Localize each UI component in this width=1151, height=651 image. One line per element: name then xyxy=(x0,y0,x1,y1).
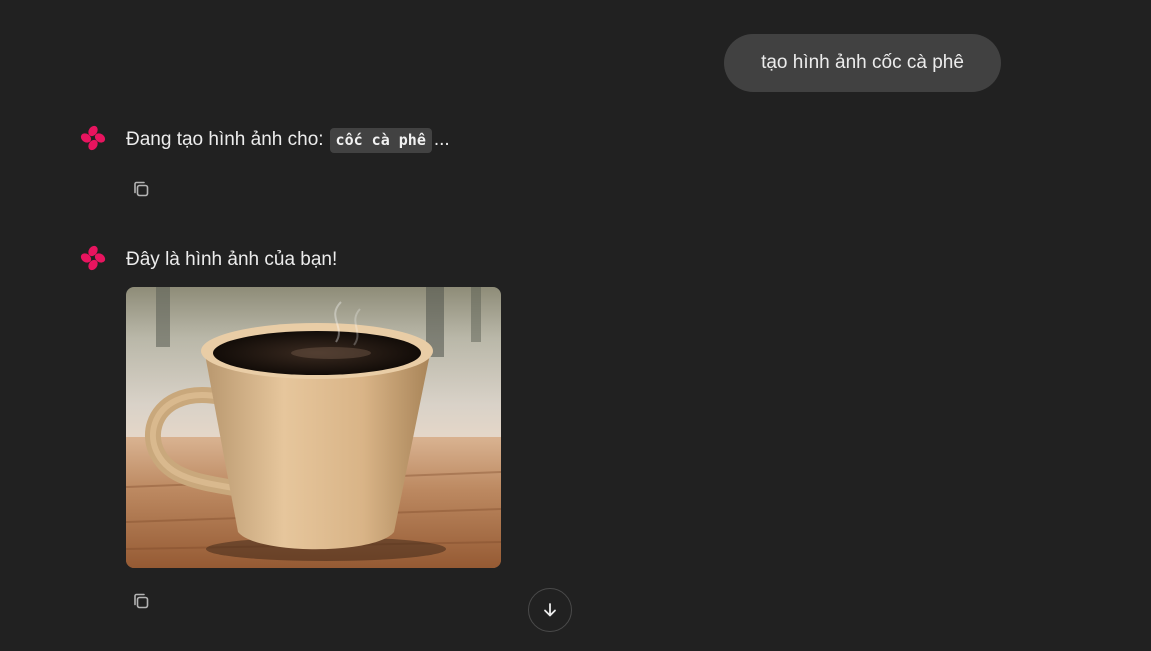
chat-container: tạo hình ảnh cốc cà phê Đang tạo hình ản… xyxy=(0,0,1151,651)
generating-prefix: Đang tạo hình ảnh cho: xyxy=(126,129,324,150)
assistant-avatar-icon xyxy=(79,244,107,272)
copy-icon xyxy=(134,593,149,609)
arrow-down-icon xyxy=(544,603,556,617)
generated-image[interactable] xyxy=(126,287,501,568)
scroll-to-bottom-button[interactable] xyxy=(528,588,572,632)
copy-icon xyxy=(134,181,149,197)
user-message-bubble: tạo hình ảnh cốc cà phê xyxy=(724,34,1001,92)
result-text: Đây là hình ảnh của bạn! xyxy=(126,249,338,270)
inline-code: cốc cà phê xyxy=(329,127,432,153)
generating-suffix: ... xyxy=(433,129,450,150)
assistant-message-generating: Đang tạo hình ảnh cho: cốc cà phê ... xyxy=(126,127,450,153)
copy-button[interactable] xyxy=(129,589,153,613)
assistant-message-result: Đây là hình ảnh của bạn! xyxy=(126,247,337,273)
user-message-text: tạo hình ảnh cốc cà phê xyxy=(761,52,964,73)
assistant-avatar-icon xyxy=(79,124,107,152)
copy-button[interactable] xyxy=(129,177,153,201)
